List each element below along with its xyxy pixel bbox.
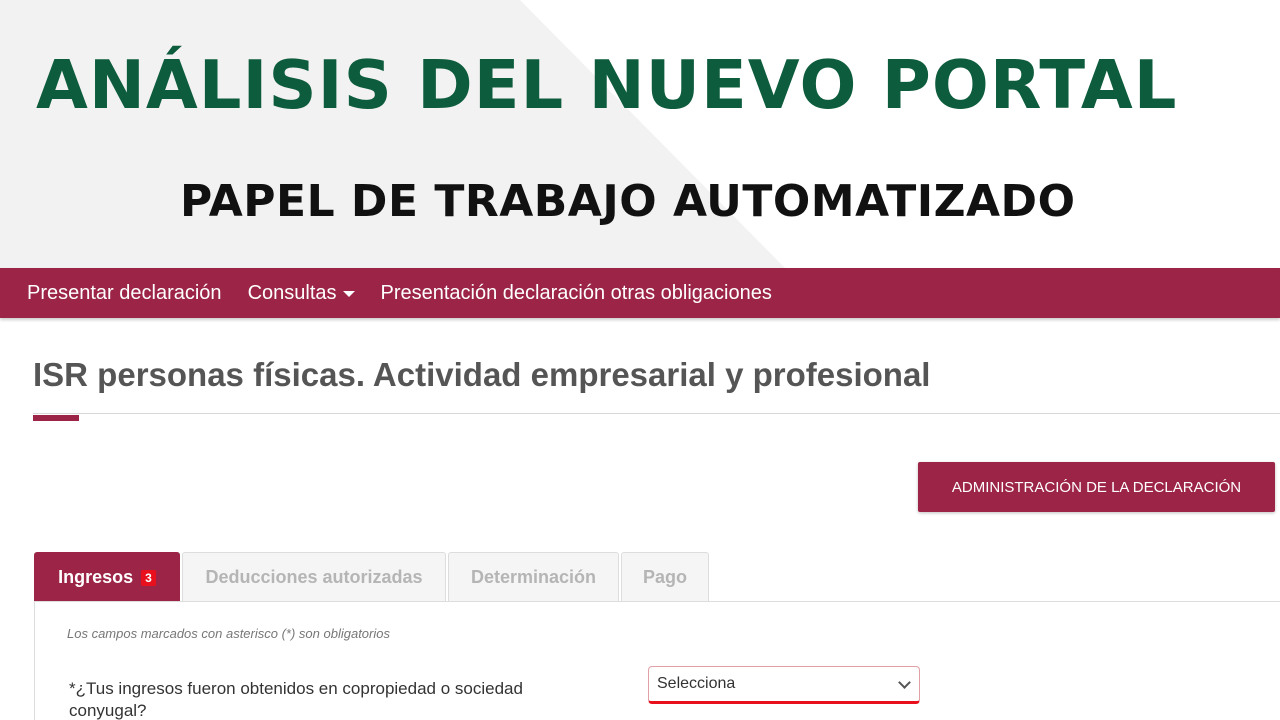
copropiedad-question-label: *¿Tus ingresos fueron obtenidos en copro… bbox=[69, 679, 523, 720]
tab-pago[interactable]: Pago bbox=[621, 552, 709, 602]
top-navbar: Presentar declaración Consultas Presenta… bbox=[0, 268, 1280, 318]
tab-label: Pago bbox=[642, 567, 687, 587]
page-title: ISR personas físicas. Actividad empresar… bbox=[33, 356, 931, 393]
caret-down-icon bbox=[342, 291, 355, 297]
tab-determinacion[interactable]: Determinación bbox=[448, 552, 619, 602]
banner: ANÁLISIS DEL NUEVO PORTAL PAPEL DE TRABA… bbox=[0, 0, 1280, 268]
required-fields-note: Los campos marcados con asterisco (*) so… bbox=[67, 626, 390, 641]
tab-ingresos[interactable]: Ingresos 3 bbox=[34, 552, 180, 602]
title-divider bbox=[33, 413, 1280, 414]
banner-background-shape bbox=[0, 0, 785, 268]
tab-count-badge: 3 bbox=[141, 569, 156, 586]
tab-panel-top-border bbox=[34, 601, 1280, 602]
copropiedad-select[interactable]: Selecciona bbox=[648, 666, 920, 704]
banner-title: ANÁLISIS DEL NUEVO PORTAL bbox=[36, 46, 1178, 124]
tab-label: Ingresos bbox=[58, 567, 134, 587]
tab-deducciones-autorizadas[interactable]: Deducciones autorizadas bbox=[182, 552, 446, 602]
tab-panel-left-border bbox=[34, 601, 35, 720]
banner-subtitle: PAPEL DE TRABAJO AUTOMATIZADO bbox=[180, 176, 1076, 227]
nav-presentar-declaracion[interactable]: Presentar declaración bbox=[27, 282, 222, 305]
tab-label: Deducciones autorizadas bbox=[205, 567, 423, 587]
chevron-down-icon bbox=[898, 675, 911, 689]
nav-item-label: Presentar declaración bbox=[27, 281, 222, 304]
admin-declaration-button[interactable]: ADMINISTRACIÓN DE LA DECLARACIÓN bbox=[918, 462, 1275, 512]
declaration-tabs: Ingresos 3 Deducciones autorizadas Deter… bbox=[34, 552, 711, 602]
nav-item-label: Consultas bbox=[247, 281, 337, 304]
nav-consultas-dropdown[interactable]: Consultas bbox=[248, 282, 355, 305]
tab-label: Determinación bbox=[470, 567, 597, 587]
nav-item-label: Presentación declaración otras obligacio… bbox=[380, 281, 772, 304]
title-accent-bar bbox=[33, 415, 79, 421]
select-value: Selecciona bbox=[657, 675, 736, 692]
nav-otras-obligaciones[interactable]: Presentación declaración otras obligacio… bbox=[381, 282, 772, 305]
